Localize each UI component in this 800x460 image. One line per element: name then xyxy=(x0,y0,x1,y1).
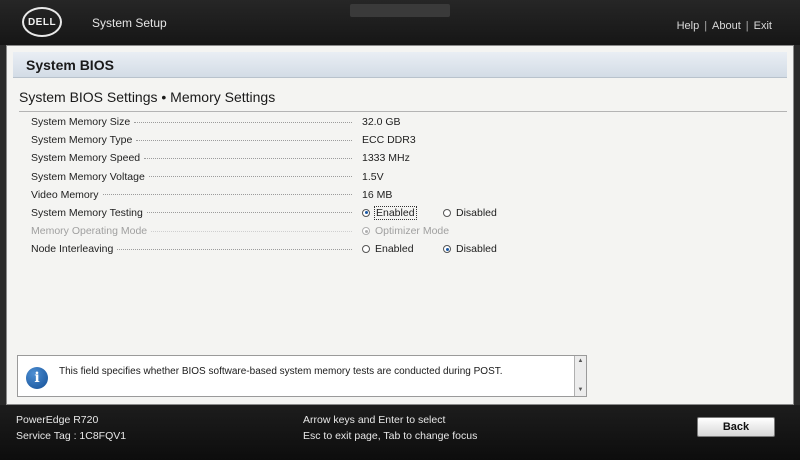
scroll-up-icon[interactable]: ▲ xyxy=(576,357,585,366)
setting-label: Node Interleaving xyxy=(31,243,114,256)
title-divider xyxy=(19,111,787,112)
setting-label: System Memory Type xyxy=(31,134,133,147)
radio-selected-icon xyxy=(362,227,370,236)
link-separator: | xyxy=(704,20,708,32)
setting-row-video-memory: Video Memory 16 MB xyxy=(31,187,771,205)
radio-selected-icon xyxy=(362,208,370,217)
memory-testing-disabled-radio[interactable]: Disabled xyxy=(443,207,497,219)
top-bar: DELL System Setup Help | About | Exit xyxy=(0,0,800,45)
section-title: System BIOS xyxy=(26,57,114,73)
leader-dots xyxy=(136,139,352,141)
leader-dots xyxy=(102,194,352,196)
option-label: Enabled xyxy=(375,243,414,256)
setting-value: 1.5V xyxy=(362,170,384,183)
option-label: Disabled xyxy=(456,243,497,256)
setting-label: System Memory Testing xyxy=(31,206,143,219)
setting-row-operating-mode: Memory Operating Mode Optimizer Mode xyxy=(31,223,771,241)
setting-row-memory-speed: System Memory Speed 1333 MHz xyxy=(31,150,771,168)
footer-bar: PowerEdge R720 Service Tag : 1C8FQV1 Arr… xyxy=(0,405,800,460)
setting-row-memory-size: System Memory Size 32.0 GB xyxy=(31,114,771,132)
help-scrollbar[interactable]: ▲ ▼ xyxy=(574,356,586,396)
setting-label: Memory Operating Mode xyxy=(31,225,148,238)
page-title: System BIOS Settings • Memory Settings xyxy=(19,89,276,105)
option-label: Optimizer Mode xyxy=(375,225,450,238)
memory-testing-enabled-radio[interactable]: Enabled xyxy=(362,205,417,220)
main-panel: System BIOS System BIOS Settings • Memor… xyxy=(6,45,794,405)
back-button[interactable]: Back xyxy=(697,417,775,437)
leader-dots xyxy=(151,230,352,232)
link-separator: | xyxy=(745,20,749,32)
dell-logo: DELL xyxy=(22,7,62,37)
radio-selected-icon xyxy=(443,245,451,254)
help-link[interactable]: Help xyxy=(677,20,700,32)
setting-row-node-interleaving: Node Interleaving Enabled Disabled xyxy=(31,241,771,259)
service-tag: Service Tag : 1C8FQV1 xyxy=(16,430,127,442)
about-link[interactable]: About xyxy=(712,20,741,32)
setting-label: Video Memory xyxy=(31,188,99,201)
setting-value: 1333 MHz xyxy=(362,152,410,165)
setting-value: 16 MB xyxy=(362,188,393,201)
setting-value: 32.0 GB xyxy=(362,116,401,128)
setting-row-memory-voltage: System Memory Voltage 1.5V xyxy=(31,169,771,187)
exit-link[interactable]: Exit xyxy=(754,20,772,32)
scroll-down-icon[interactable]: ▼ xyxy=(576,386,585,395)
node-interleaving-disabled-radio[interactable]: Disabled xyxy=(443,243,497,255)
setting-value: ECC DDR3 xyxy=(362,134,416,147)
camera-notch xyxy=(350,4,450,17)
app-title: System Setup xyxy=(92,16,167,30)
leader-dots xyxy=(134,121,352,123)
leader-dots xyxy=(146,212,352,214)
option-label: Enabled xyxy=(374,205,417,220)
info-icon: i xyxy=(26,367,48,389)
setting-label: System Memory Speed xyxy=(31,152,141,165)
radio-unselected-icon xyxy=(443,208,451,217)
leader-dots xyxy=(148,176,352,178)
leader-dots xyxy=(117,248,352,250)
help-box: i This field specifies whether BIOS soft… xyxy=(17,355,587,397)
section-header: System BIOS xyxy=(13,52,787,78)
setting-label: System Memory Voltage xyxy=(31,170,145,183)
escape-hint: Esc to exit page, Tab to change focus xyxy=(303,430,478,442)
system-model: PowerEdge R720 xyxy=(16,414,99,426)
setting-label: System Memory Size xyxy=(31,116,131,128)
operating-mode-optimizer-radio: Optimizer Mode xyxy=(362,225,449,237)
setting-row-memory-type: System Memory Type ECC DDR3 xyxy=(31,132,771,150)
navigation-hint: Arrow keys and Enter to select xyxy=(303,414,446,426)
leader-dots xyxy=(144,157,352,159)
node-interleaving-enabled-radio[interactable]: Enabled xyxy=(362,243,414,255)
option-label: Disabled xyxy=(456,206,497,219)
radio-unselected-icon xyxy=(362,245,370,254)
top-links: Help | About | Exit xyxy=(677,20,772,32)
settings-list: System Memory Size 32.0 GB System Memory… xyxy=(31,114,771,260)
help-text: This field specifies whether BIOS softwa… xyxy=(59,366,503,377)
setting-row-memory-testing: System Memory Testing Enabled Disabled xyxy=(31,205,771,223)
